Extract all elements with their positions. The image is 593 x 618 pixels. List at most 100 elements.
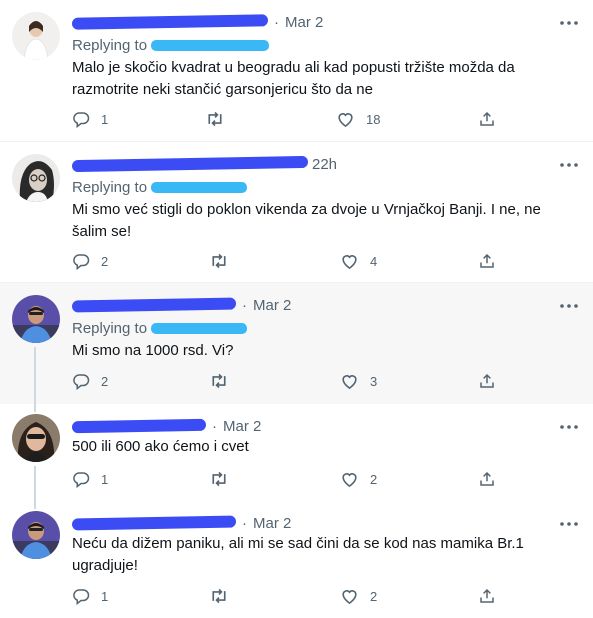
like-button[interactable]: 2 <box>340 470 377 488</box>
retweet-button[interactable] <box>209 372 240 390</box>
author-name[interactable] <box>72 297 236 313</box>
more-dots-icon[interactable] <box>559 514 579 534</box>
retweet-button[interactable] <box>205 110 236 128</box>
tweet-time[interactable]: 22h <box>312 156 337 173</box>
reply-count: 1 <box>101 588 109 604</box>
avatar[interactable] <box>12 511 60 559</box>
more-dots-icon[interactable] <box>559 417 579 437</box>
reply-count: 2 <box>101 253 109 269</box>
retweet-icon <box>209 587 229 605</box>
replying-to: Replying to <box>72 177 248 197</box>
share-button[interactable] <box>478 372 496 390</box>
replying-handle[interactable] <box>151 39 270 51</box>
share-button[interactable] <box>478 252 496 270</box>
tweet[interactable]: 22h Replying to Mi smo već stigli do pok… <box>0 142 593 283</box>
reply-button[interactable]: 1 <box>72 470 108 488</box>
more-dots-icon[interactable] <box>559 13 579 33</box>
tweet[interactable]: · Mar 2 Neću da dižem paniku, ali mi se … <box>0 501 593 618</box>
thread-line <box>34 466 36 501</box>
retweet-button[interactable] <box>209 587 240 605</box>
heart-icon <box>336 110 355 128</box>
like-count: 4 <box>370 253 378 269</box>
separator-dot: · <box>212 417 217 435</box>
tweet-time[interactable]: Mar 2 <box>253 297 291 314</box>
avatar[interactable] <box>12 295 60 343</box>
reply-button[interactable]: 1 <box>72 110 108 128</box>
tweet-time[interactable]: Mar 2 <box>223 418 261 435</box>
replying-handle[interactable] <box>151 322 248 334</box>
avatar[interactable] <box>12 414 60 462</box>
tweet-header: · Mar 2 <box>72 295 291 315</box>
reply-count: 1 <box>101 471 109 487</box>
share-icon <box>478 470 496 488</box>
tweet-text: Mi smo na 1000 rsd. Vi? <box>72 342 234 359</box>
thread-line <box>34 501 36 509</box>
thread-line <box>34 404 36 412</box>
retweet-icon <box>209 470 229 488</box>
retweet-button[interactable] <box>209 470 240 488</box>
like-button[interactable]: 4 <box>340 252 377 270</box>
reply-icon <box>72 470 90 488</box>
retweet-icon <box>209 372 229 390</box>
more-dots-icon[interactable] <box>559 155 579 175</box>
share-icon <box>478 252 496 270</box>
replying-handle[interactable] <box>151 181 248 193</box>
share-icon <box>478 372 496 390</box>
share-button[interactable] <box>478 587 496 605</box>
reply-icon <box>72 372 90 390</box>
heart-icon <box>340 252 359 270</box>
reply-button[interactable]: 1 <box>72 587 108 605</box>
heart-icon <box>340 587 359 605</box>
tweet-text: Malo je skočio kvadrat u beogradu ali ka… <box>72 59 515 98</box>
reply-icon <box>72 587 90 605</box>
tweet-header: 22h <box>72 154 337 174</box>
like-button[interactable]: 2 <box>340 587 377 605</box>
tweet-text: Neću da dižem paniku, ali mi se sad čini… <box>72 535 524 574</box>
reply-button[interactable]: 2 <box>72 372 108 390</box>
tweet-text: Mi smo već stigli do poklon vikenda za d… <box>72 201 541 240</box>
tweet-header: · Mar 2 <box>72 12 323 32</box>
avatar[interactable] <box>12 12 60 60</box>
replying-to: Replying to <box>72 35 270 55</box>
tweet-text: 500 ili 600 ako ćemo i cvet <box>72 438 249 455</box>
like-count: 18 <box>366 111 381 127</box>
retweet-button[interactable] <box>209 252 240 270</box>
reply-count: 2 <box>101 373 109 389</box>
separator-dot: · <box>242 296 247 314</box>
share-button[interactable] <box>478 110 496 128</box>
separator-dot: · <box>242 514 247 532</box>
tweet-time[interactable]: Mar 2 <box>285 14 323 31</box>
tweet-header: · Mar 2 <box>72 416 261 436</box>
tweet-header: · Mar 2 <box>72 513 291 533</box>
tweet[interactable]: · Mar 2 Replying to Malo je skočio kvadr… <box>0 0 593 142</box>
reply-icon <box>72 110 90 128</box>
heart-icon <box>340 372 359 390</box>
author-name[interactable] <box>72 418 206 434</box>
share-button[interactable] <box>478 470 496 488</box>
tweet[interactable]: · Mar 2 Replying to Mi smo na 1000 rsd. … <box>0 283 593 404</box>
replying-label: Replying to <box>72 178 148 196</box>
share-icon <box>478 587 496 605</box>
separator-dot: · <box>274 13 279 31</box>
reply-icon <box>72 252 90 270</box>
thread-line <box>34 347 36 404</box>
retweet-icon <box>205 110 225 128</box>
like-count: 2 <box>370 471 378 487</box>
author-name[interactable] <box>72 155 308 173</box>
author-name[interactable] <box>72 515 236 531</box>
like-count: 2 <box>370 588 378 604</box>
reply-button[interactable]: 2 <box>72 252 108 270</box>
retweet-icon <box>209 252 229 270</box>
like-button[interactable]: 18 <box>336 110 380 128</box>
reply-count: 1 <box>101 111 109 127</box>
more-dots-icon[interactable] <box>559 296 579 316</box>
replying-label: Replying to <box>72 36 148 54</box>
tweet[interactable]: · Mar 2 500 ili 600 ako ćemo i cvet 1 2 <box>0 404 593 501</box>
avatar[interactable] <box>12 154 60 202</box>
like-button[interactable]: 3 <box>340 372 377 390</box>
replying-label: Replying to <box>72 319 148 337</box>
tweet-time[interactable]: Mar 2 <box>253 515 291 532</box>
heart-icon <box>340 470 359 488</box>
author-name[interactable] <box>72 14 268 30</box>
share-icon <box>478 110 496 128</box>
